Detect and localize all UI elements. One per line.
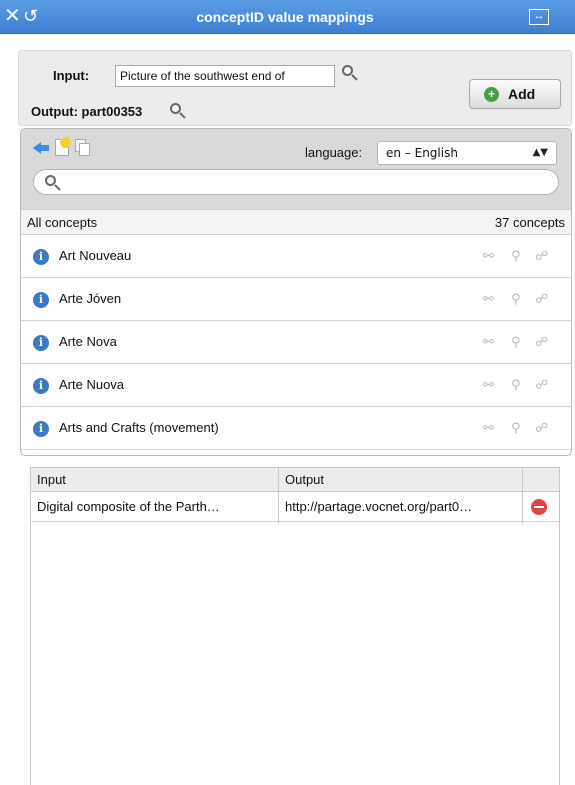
concept-search-input[interactable]	[33, 169, 559, 195]
output-label-text: Output:	[31, 104, 78, 119]
resize-icon[interactable]: ↔	[529, 9, 549, 25]
tree-icon[interactable]: ☍	[535, 291, 553, 307]
concept-item[interactable]: i Arte Nova ⚯ ⚲ ☍	[21, 321, 571, 364]
add-button-label: Add	[508, 86, 536, 102]
search-icon[interactable]	[169, 102, 187, 120]
concept-label: Arte Nuova	[59, 377, 125, 392]
tree-icon[interactable]: ☍	[535, 420, 553, 436]
tree-icon[interactable]: ☍	[535, 377, 553, 393]
info-icon[interactable]: i	[33, 421, 49, 437]
tree-icon[interactable]: ☍	[535, 248, 553, 264]
concept-list: i Art Nouveau ⚯ ⚲ ☍ i Arte Jóven ⚯ ⚲ ☍ i…	[21, 235, 571, 450]
remove-icon[interactable]	[531, 499, 547, 515]
input-label: Input:	[53, 68, 90, 83]
concept-label: Arte Nova	[59, 334, 117, 349]
link-icon[interactable]: ⚯	[483, 248, 501, 264]
back-arrow-icon[interactable]	[33, 141, 49, 155]
copy-icon[interactable]	[75, 139, 91, 156]
language-value: en – English	[386, 146, 458, 160]
hierarchy-icon[interactable]: ⚲	[511, 420, 529, 436]
browser-toolbar: language: en – English ▲▼	[21, 129, 571, 209]
close-icon[interactable]: ✕	[4, 5, 22, 27]
concept-label: Arts and Crafts (movement)	[59, 420, 219, 435]
concept-label: Art Nouveau	[59, 248, 132, 263]
mapping-input-cell: Digital composite of the Parth…	[37, 499, 220, 514]
hierarchy-icon[interactable]: ⚲	[511, 334, 529, 350]
new-document-icon[interactable]	[55, 137, 71, 156]
concept-browser: language: en – English ▲▼ All concepts 3…	[20, 128, 572, 456]
link-icon[interactable]: ⚯	[483, 420, 501, 436]
title-bar: ✕ ↺ conceptID value mappings ↔	[0, 0, 575, 34]
info-icon[interactable]: i	[33, 335, 49, 351]
table-header: Input Output	[31, 468, 559, 492]
search-icon	[44, 174, 62, 192]
hierarchy-icon[interactable]: ⚲	[511, 291, 529, 307]
concept-item[interactable]: i Art Nouveau ⚯ ⚲ ☍	[21, 235, 571, 278]
info-icon[interactable]: i	[33, 249, 49, 265]
link-icon[interactable]: ⚯	[483, 334, 501, 350]
concept-item[interactable]: i Arte Nuova ⚯ ⚲ ☍	[21, 364, 571, 407]
language-select[interactable]: en – English ▲▼	[377, 141, 557, 165]
info-icon[interactable]: i	[33, 292, 49, 308]
concept-label: Arte Jóven	[59, 291, 122, 306]
link-icon[interactable]: ⚯	[483, 291, 501, 307]
output-label: Output: part00353	[31, 104, 142, 119]
output-value: part00353	[81, 104, 143, 119]
hierarchy-icon[interactable]: ⚲	[511, 248, 529, 264]
mapping-form: Input: Picture of the southwest end of O…	[18, 50, 572, 126]
mapping-output-cell: http://partage.vocnet.org/part0…	[285, 499, 473, 514]
input-field[interactable]: Picture of the southwest end of	[115, 65, 335, 87]
column-header-input[interactable]: Input	[37, 472, 66, 487]
search-icon[interactable]	[341, 64, 359, 82]
plus-icon: +	[484, 87, 499, 102]
column-header-output[interactable]: Output	[285, 472, 324, 487]
concept-item[interactable]: i Arts and Crafts (movement) ⚯ ⚲ ☍	[21, 407, 571, 450]
select-arrows-icon: ▲▼	[532, 147, 548, 158]
concept-item[interactable]: i Arte Jóven ⚯ ⚲ ☍	[21, 278, 571, 321]
add-button[interactable]: + Add	[469, 79, 561, 109]
tree-icon[interactable]: ☍	[535, 334, 553, 350]
concept-count: 37 concepts	[494, 215, 565, 230]
info-icon[interactable]: i	[33, 378, 49, 394]
hierarchy-icon[interactable]: ⚲	[511, 377, 529, 393]
link-icon[interactable]: ⚯	[483, 377, 501, 393]
all-concepts-label: All concepts	[27, 215, 98, 230]
table-row[interactable]: Digital composite of the Parth… http://p…	[31, 492, 559, 522]
all-concepts-header: All concepts 37 concepts	[21, 209, 571, 235]
language-label: language:	[305, 145, 363, 160]
mappings-table: Input Output Digital composite of the Pa…	[30, 467, 560, 785]
refresh-icon[interactable]: ↺	[23, 5, 41, 27]
window-title: conceptID value mappings	[196, 9, 374, 25]
